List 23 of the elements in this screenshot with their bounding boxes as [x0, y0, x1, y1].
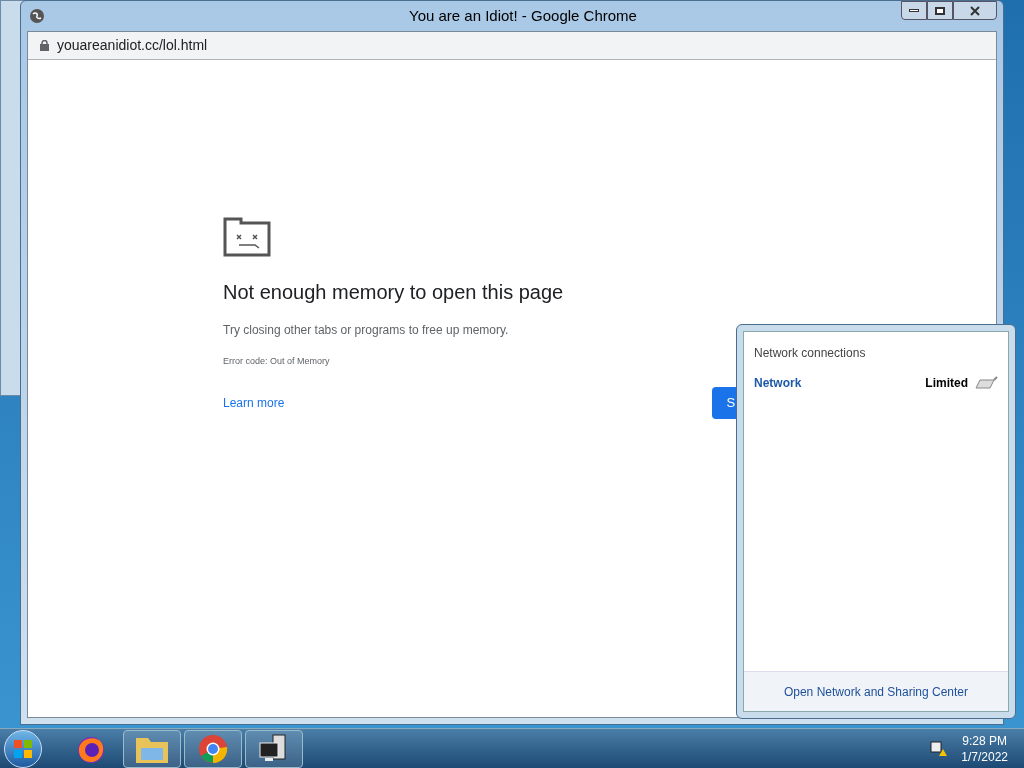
learn-more-link[interactable]: Learn more	[223, 393, 285, 412]
error-heading: Not enough memory to open this page	[223, 280, 565, 305]
network-name: Network	[754, 375, 802, 392]
network-row[interactable]: Network Limited	[754, 374, 998, 392]
window-title: You are an Idiot! - Google Chrome	[409, 5, 637, 26]
minimize-button[interactable]	[901, 1, 927, 20]
lock-icon	[40, 40, 49, 51]
clock-date: 1/7/2022	[961, 748, 1008, 765]
close-icon	[970, 5, 980, 16]
network-warning-icon[interactable]	[929, 739, 948, 758]
windows-logo-icon	[14, 739, 32, 758]
error-code: Error code: Out of Memory	[223, 355, 331, 368]
clock-time: 9:28 PM	[962, 732, 1007, 749]
popup-title: Network connections	[754, 345, 867, 362]
sad-folder-icon	[223, 215, 271, 257]
chrome-icon[interactable]	[198, 733, 228, 764]
network-status: Limited	[925, 375, 968, 392]
maximize-button[interactable]	[927, 1, 953, 20]
close-button[interactable]	[953, 1, 997, 20]
address-bar[interactable]: youareanidiot.cc/lol.html	[57, 35, 208, 56]
start-button[interactable]	[4, 729, 42, 768]
globe-icon	[29, 8, 45, 24]
error-message: Try closing other tabs or programs to free up memory.	[223, 322, 510, 339]
